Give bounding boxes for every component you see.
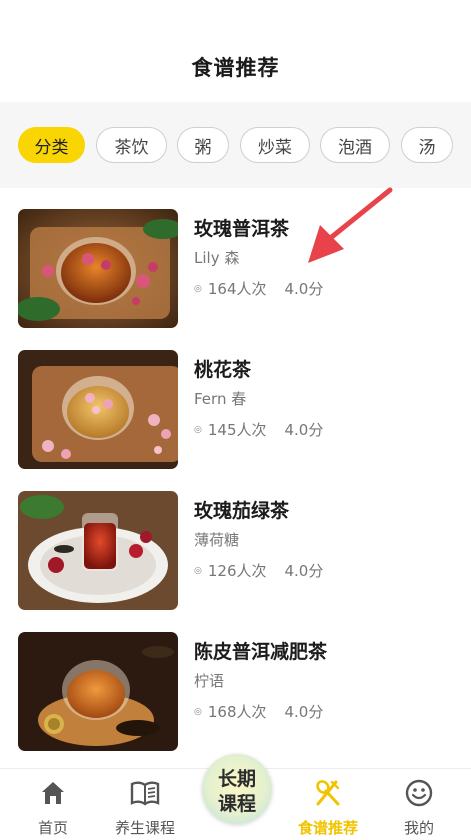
recipe-title: 陈皮普洱减肥茶 bbox=[194, 641, 328, 663]
category-bar: 分类 茶饮 粥 炒菜 泡酒 汤 bbox=[0, 102, 471, 188]
tab-mine[interactable]: 我的 bbox=[372, 769, 466, 840]
center-badge-line2: 课程 bbox=[217, 793, 256, 815]
recipe-item[interactable]: 玫瑰茄绿茶 薄荷糖 ◎ 126人次 4.0分 bbox=[0, 491, 471, 632]
recipe-score: 4.0分 bbox=[284, 703, 324, 721]
category-chip-soup[interactable]: 汤 bbox=[401, 127, 453, 163]
center-badge-line1: 长期 bbox=[217, 768, 256, 790]
home-icon bbox=[42, 782, 64, 804]
eye-icon: ◎ bbox=[194, 424, 202, 435]
category-chip-tea[interactable]: 茶饮 bbox=[96, 127, 167, 163]
recipe-image bbox=[18, 632, 178, 751]
tab-health-course[interactable]: 养生课程 bbox=[98, 769, 192, 840]
category-chip-porridge[interactable]: 粥 bbox=[177, 127, 229, 163]
smiley-icon bbox=[405, 779, 433, 807]
eye-icon: ◎ bbox=[194, 283, 202, 294]
fork-spoon-icon bbox=[316, 780, 340, 806]
recipe-views: 126人次 bbox=[207, 562, 267, 580]
tab-label: 首页 bbox=[37, 819, 68, 837]
tab-label: 我的 bbox=[403, 819, 434, 837]
recipe-meta: ◎ 168人次 4.0分 bbox=[194, 701, 323, 722]
eye-icon: ◎ bbox=[194, 706, 202, 717]
recipe-views: 164人次 bbox=[207, 280, 267, 298]
recipe-views: 168人次 bbox=[207, 703, 267, 721]
category-chip-stirfry[interactable]: 炒菜 bbox=[240, 127, 310, 163]
recipe-score: 4.0分 bbox=[284, 280, 324, 298]
recipe-image bbox=[18, 350, 178, 469]
recipe-item[interactable]: 陈皮普洱减肥茶 柠语 ◎ 168人次 4.0分 bbox=[0, 632, 471, 773]
recipe-score: 4.0分 bbox=[284, 562, 324, 580]
recipe-title: 桃花茶 bbox=[194, 359, 252, 381]
recipe-item[interactable]: 桃花茶 Fern 春 ◎ 145人次 4.0分 bbox=[0, 350, 471, 491]
recipe-title: 玫瑰茄绿茶 bbox=[194, 500, 290, 522]
recipe-views: 145人次 bbox=[207, 421, 267, 439]
category-chip-wine[interactable]: 泡酒 bbox=[320, 127, 390, 163]
category-chip-all[interactable]: 分类 bbox=[18, 127, 85, 163]
recipe-title: 玫瑰普洱茶 bbox=[194, 218, 290, 240]
recipe-author: Lily 森 bbox=[194, 249, 240, 267]
tab-recipes[interactable]: 食谱推荐 bbox=[281, 769, 375, 840]
recipe-item[interactable]: 玫瑰普洱茶 Lily 森 ◎ 164人次 4.0分 bbox=[0, 209, 471, 350]
recipe-score: 4.0分 bbox=[284, 421, 324, 439]
tab-label: 食谱推荐 bbox=[297, 819, 358, 837]
recipe-meta: ◎ 126人次 4.0分 bbox=[194, 560, 323, 581]
recipe-author: 薄荷糖 bbox=[194, 531, 240, 549]
book-icon bbox=[130, 781, 160, 806]
recipe-image bbox=[18, 491, 178, 610]
annotation-arrow-icon bbox=[308, 187, 393, 263]
tab-label: 养生课程 bbox=[114, 819, 175, 837]
recipe-author: Fern 春 bbox=[194, 390, 247, 408]
page-title: 食谱推荐 bbox=[191, 56, 280, 80]
tab-home[interactable]: 首页 bbox=[6, 769, 100, 840]
long-term-course-button[interactable]: 长期 课程 bbox=[202, 754, 272, 824]
eye-icon: ◎ bbox=[194, 565, 202, 576]
recipe-meta: ◎ 164人次 4.0分 bbox=[194, 278, 323, 299]
recipe-image bbox=[18, 209, 178, 328]
header: 食谱推荐 bbox=[0, 0, 471, 102]
recipe-author: 柠语 bbox=[194, 672, 225, 690]
recipe-meta: ◎ 145人次 4.0分 bbox=[194, 419, 323, 440]
